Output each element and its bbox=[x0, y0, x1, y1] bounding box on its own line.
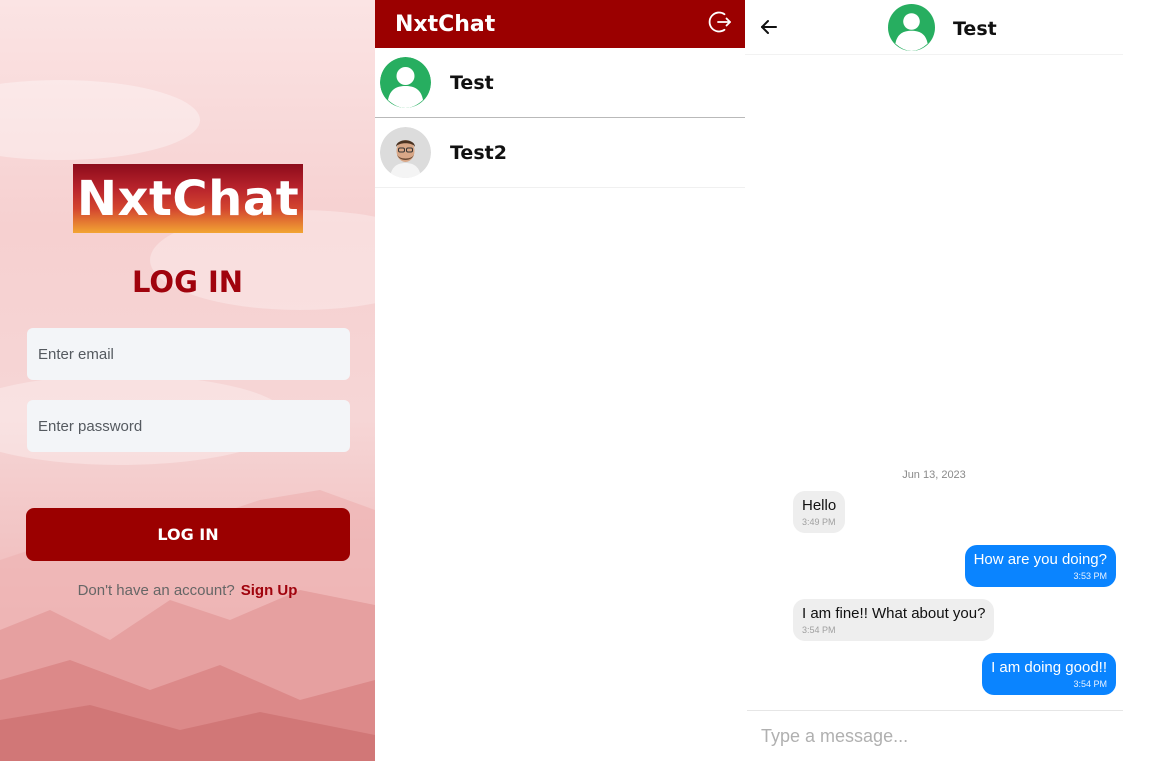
login-heading: LOG IN bbox=[131, 265, 244, 299]
default-user-avatar bbox=[888, 4, 935, 51]
message-time: 3:53 PM bbox=[1073, 571, 1107, 581]
default-user-avatar bbox=[380, 57, 431, 108]
message-text: I am fine!! What about you? bbox=[802, 605, 986, 622]
contact-name: Test bbox=[450, 71, 494, 94]
chat-list-screen: NxtChat Test Test2 bbox=[375, 0, 745, 761]
message-bubble-outgoing: How are you doing? 3:53 PM bbox=[964, 545, 1116, 587]
message-text: Hello bbox=[802, 497, 837, 514]
conversation-header: Test bbox=[745, 0, 1123, 55]
app-title: NxtChat bbox=[395, 11, 496, 37]
chat-list-header: NxtChat bbox=[375, 0, 745, 48]
login-button[interactable]: LOG IN bbox=[26, 508, 350, 561]
message-bubble-incoming: Hello 3:49 PM bbox=[793, 491, 846, 533]
conversation-contact-name: Test bbox=[953, 18, 997, 40]
logout-icon[interactable] bbox=[707, 9, 733, 40]
password-field[interactable] bbox=[27, 400, 350, 452]
message-composer bbox=[747, 710, 1123, 761]
login-screen: NxtChat LOG IN LOG IN Don't have an acco… bbox=[0, 0, 375, 761]
contact-list-item[interactable]: Test bbox=[375, 48, 745, 118]
message-bubble-incoming: I am fine!! What about you? 3:54 PM bbox=[793, 599, 995, 641]
conversation-screen: Test Jun 13, 2023 Hello 3:49 PM How are … bbox=[745, 0, 1154, 761]
message-input[interactable] bbox=[747, 716, 1123, 756]
nxtchat-logo: NxtChat bbox=[73, 164, 303, 233]
contact-name: Test2 bbox=[450, 141, 507, 164]
message-time: 3:54 PM bbox=[802, 625, 836, 635]
signup-link[interactable]: Sign Up bbox=[241, 582, 298, 599]
date-separator: Jun 13, 2023 bbox=[902, 469, 966, 481]
contact-list-item[interactable]: Test2 bbox=[375, 118, 745, 188]
message-time: 3:54 PM bbox=[1073, 679, 1107, 689]
photo-avatar bbox=[380, 127, 431, 178]
message-bubble-outgoing: I am doing good!! 3:54 PM bbox=[982, 653, 1116, 695]
message-time: 3:49 PM bbox=[802, 517, 836, 527]
mountain-background-image bbox=[0, 80, 375, 761]
signup-prompt-text: Don't have an account? bbox=[77, 582, 235, 599]
email-field[interactable] bbox=[27, 328, 350, 380]
message-text: How are you doing? bbox=[973, 551, 1107, 568]
signup-prompt-line: Don't have an account? Sign Up bbox=[0, 582, 375, 599]
arrow-left-icon[interactable] bbox=[759, 17, 779, 42]
message-text: I am doing good!! bbox=[991, 659, 1107, 676]
logo-text: NxtChat bbox=[76, 170, 300, 227]
